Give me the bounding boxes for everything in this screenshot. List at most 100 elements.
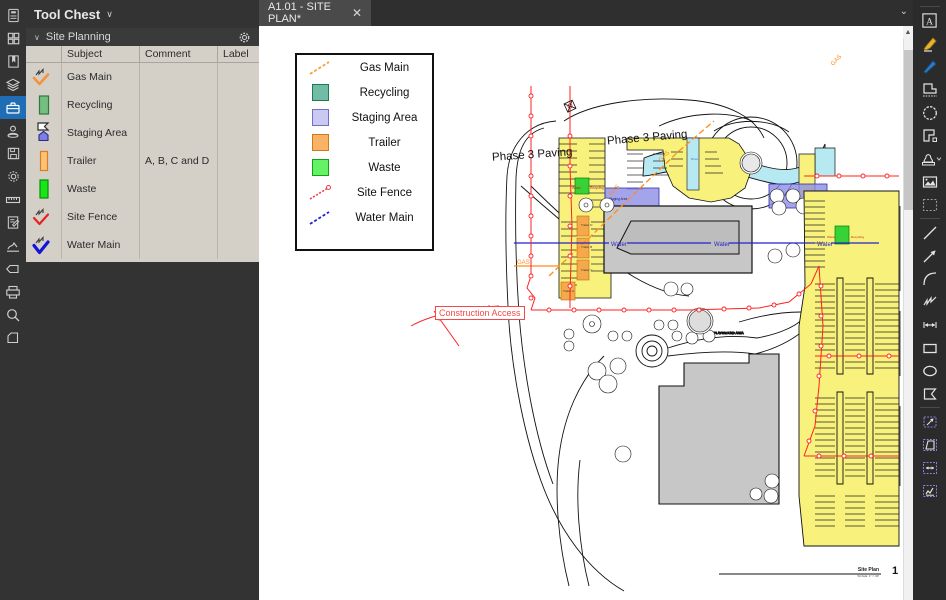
svg-text:Site Plan: Site Plan xyxy=(858,567,879,573)
close-icon[interactable]: ✕ xyxy=(352,7,362,19)
legend-box[interactable]: Gas Main Recycling Staging Area Trailer xyxy=(295,53,434,251)
layers-icon[interactable] xyxy=(0,73,26,96)
bookmarks-icon[interactable] xyxy=(0,50,26,73)
polygon-cloud-icon[interactable] xyxy=(913,101,946,124)
legend-label: Site Fence xyxy=(343,187,432,199)
svg-text:Water: Water xyxy=(817,242,833,248)
tool-group-label: Site Planning xyxy=(46,31,111,43)
drawing-canvas[interactable]: Waste Recycling Trailer D Trailer B Trai… xyxy=(259,26,903,600)
cell-subject: Gas Main xyxy=(62,63,140,91)
staging-area-swatch-icon xyxy=(297,109,343,126)
svg-text:Waste: Waste xyxy=(827,235,836,239)
svg-text:Trailer C: Trailer C xyxy=(581,268,593,272)
polyline-icon[interactable] xyxy=(913,290,946,313)
construction-access-callout[interactable]: Construction Access xyxy=(435,306,525,320)
table-row[interactable]: Staging Area xyxy=(26,119,259,147)
svg-text:Waste: Waste xyxy=(572,186,581,190)
legend-label: Gas Main xyxy=(343,62,432,74)
cell-comment xyxy=(140,203,218,231)
chevron-down-icon[interactable]: ⌄ xyxy=(900,6,908,17)
chevron-down-icon[interactable]: ∨ xyxy=(106,9,113,20)
recycling-markup-icon xyxy=(26,91,62,119)
water-main-markup-icon xyxy=(26,231,62,259)
table-row[interactable]: Trailer A, B, C and D xyxy=(26,147,259,175)
measure-count-icon[interactable] xyxy=(913,479,946,502)
line-icon[interactable] xyxy=(913,221,946,244)
arrow-icon[interactable] xyxy=(913,244,946,267)
polygon-icon[interactable] xyxy=(913,382,946,405)
tab-site-plan[interactable]: A1.01 - SITE PLAN* ✕ xyxy=(259,0,371,26)
svg-text:Recycling: Recycling xyxy=(851,235,864,239)
tag-icon[interactable] xyxy=(0,257,26,280)
markups-list-icon[interactable] xyxy=(0,211,26,234)
recycling-swatch-icon xyxy=(297,84,343,101)
settings-gear-icon[interactable] xyxy=(0,165,26,188)
column-header-comment: Comment xyxy=(140,46,218,62)
table-row[interactable]: Waste xyxy=(26,175,259,203)
callout-icon[interactable] xyxy=(913,78,946,101)
tool-chest-icon[interactable] xyxy=(0,96,26,119)
cell-comment xyxy=(140,63,218,91)
scroll-up-arrow[interactable]: ▲ xyxy=(903,26,913,39)
waste-markup-icon xyxy=(26,175,62,203)
table-row[interactable]: Site Fence xyxy=(26,203,259,231)
svg-text:Recycling: Recycling xyxy=(590,186,604,190)
cell-label xyxy=(218,63,259,91)
measure-ruler-icon[interactable] xyxy=(0,188,26,211)
signature-icon[interactable] xyxy=(0,234,26,257)
snapshot-icon[interactable] xyxy=(913,193,946,216)
legend-row-recycling: Recycling xyxy=(297,80,432,105)
column-header-label: Label xyxy=(218,46,259,62)
legend-row-waste: Waste xyxy=(297,155,432,180)
flag-callout-icon[interactable] xyxy=(913,124,946,147)
table-row[interactable]: Gas Main xyxy=(26,63,259,91)
rectangle-icon[interactable] xyxy=(913,336,946,359)
saved-views-icon[interactable] xyxy=(0,142,26,165)
trailer-swatch-icon xyxy=(297,134,343,151)
divider xyxy=(920,218,940,219)
cell-subject: Trailer xyxy=(62,147,140,175)
measure-length-icon[interactable] xyxy=(913,456,946,479)
print-icon[interactable] xyxy=(0,280,26,303)
stamp-icon[interactable] xyxy=(913,147,946,170)
measure-polygon-icon[interactable] xyxy=(913,433,946,456)
panel-empty-area xyxy=(26,262,259,600)
table-row[interactable]: Water Main xyxy=(26,231,259,259)
svg-text:Trailer B: Trailer B xyxy=(581,245,592,249)
divider xyxy=(920,6,940,7)
thumbnails-grid-icon[interactable] xyxy=(0,27,26,50)
application-window: Tool Chest ∨ ∨ Site Planning Subject Com… xyxy=(0,0,946,600)
tool-group-site-planning[interactable]: ∨ Site Planning xyxy=(26,28,259,46)
legend-row-site-fence: Site Fence xyxy=(297,180,432,205)
building-upper xyxy=(604,206,752,273)
text-box-icon[interactable]: A xyxy=(913,9,946,32)
pen-icon[interactable] xyxy=(913,55,946,78)
ellipse-icon[interactable] xyxy=(913,359,946,382)
waste-swatch-icon xyxy=(297,159,343,176)
documents-icon[interactable] xyxy=(0,4,26,27)
search-icon[interactable] xyxy=(0,303,26,326)
legend-label: Staging Area xyxy=(343,112,432,124)
dimension-icon[interactable] xyxy=(913,313,946,336)
image-icon[interactable] xyxy=(913,170,946,193)
panel-title: Tool Chest ∨ xyxy=(26,0,259,28)
tab-label: A1.01 - SITE PLAN* xyxy=(268,1,343,25)
cell-label xyxy=(218,175,259,203)
legend-label: Waste xyxy=(343,162,432,174)
cell-comment xyxy=(140,119,218,147)
measure-area-icon[interactable] xyxy=(913,410,946,433)
divider xyxy=(920,407,940,408)
gear-icon[interactable] xyxy=(238,31,251,44)
table-row[interactable]: Recycling xyxy=(26,91,259,119)
arc-icon[interactable] xyxy=(913,267,946,290)
site-fence-markup-icon xyxy=(26,203,62,231)
chevron-down-icon[interactable]: ∨ xyxy=(34,33,40,42)
gas-main-swatch-icon xyxy=(297,59,343,77)
shape-icon[interactable] xyxy=(0,326,26,349)
legend-row-water-main: Water Main xyxy=(297,205,432,230)
stamp-location-icon[interactable] xyxy=(0,119,26,142)
panel-title-text: Tool Chest xyxy=(34,7,100,22)
cell-label xyxy=(218,147,259,175)
highlighter-icon[interactable] xyxy=(913,32,946,55)
column-header-icon xyxy=(26,46,62,62)
